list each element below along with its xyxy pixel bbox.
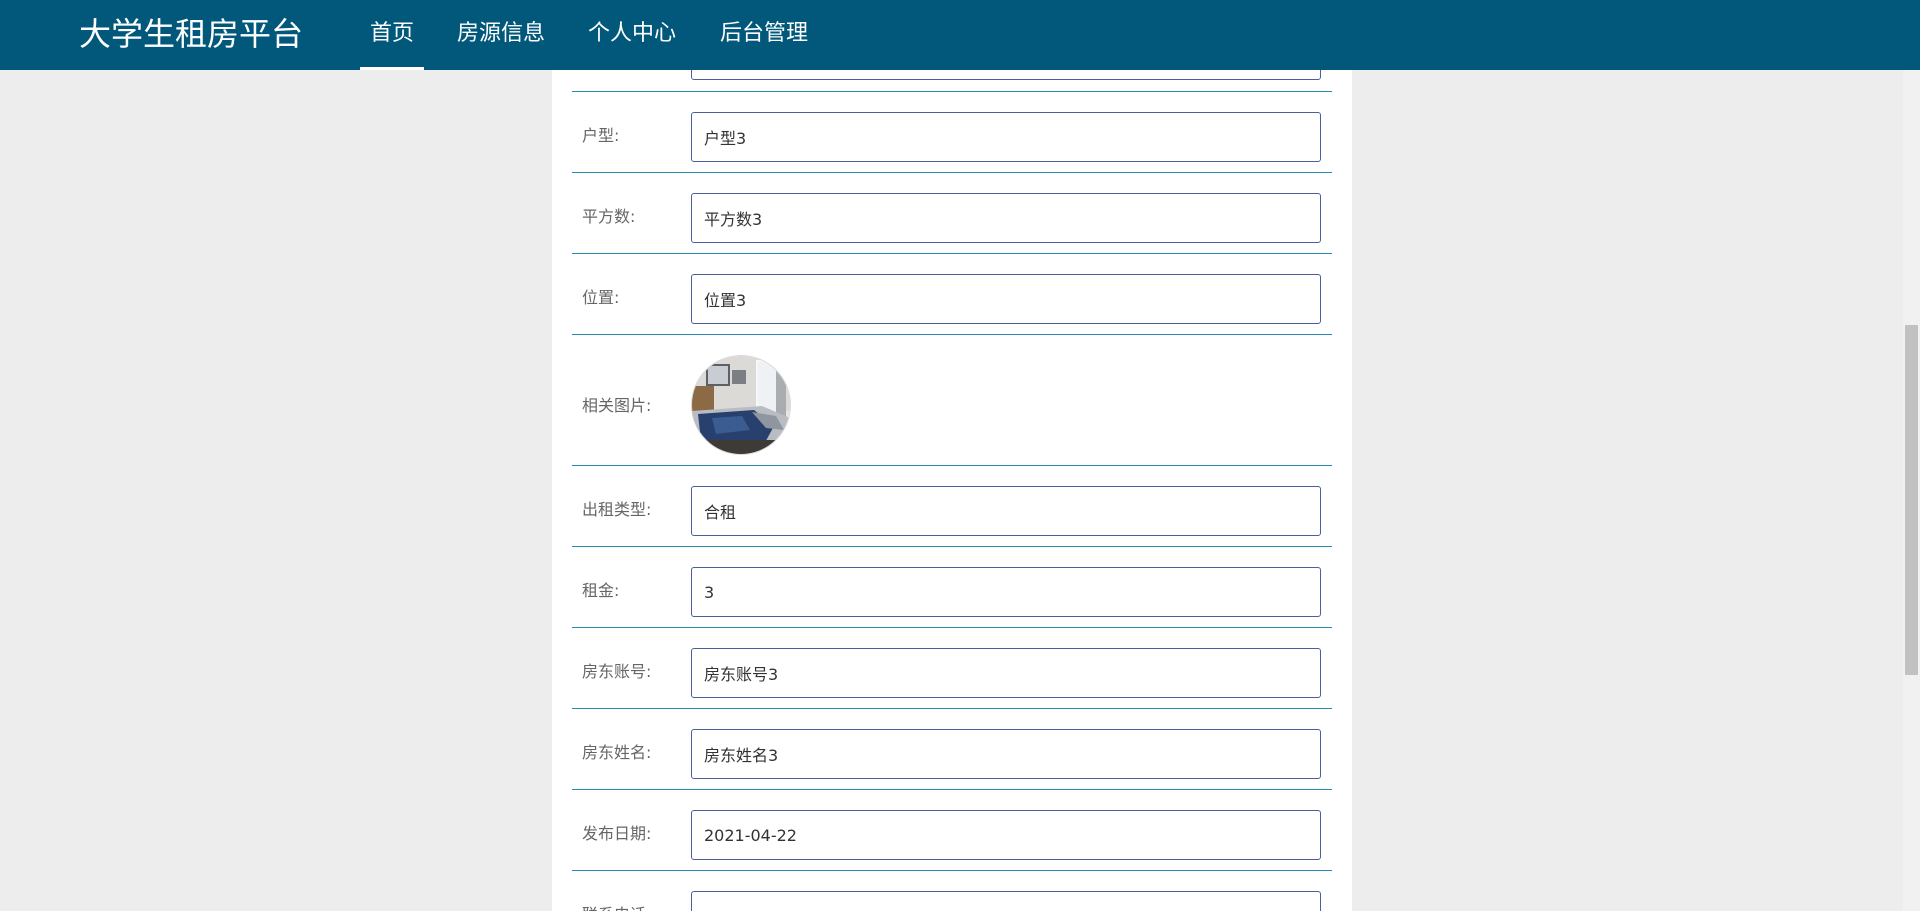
form-row-photo: 相关图片: [572, 335, 1332, 466]
rent-type-label: 出租类型: [582, 500, 652, 519]
form-row-publish-date: 发布日期: [572, 790, 1332, 871]
form-row-rent-type: 出租类型: [572, 466, 1332, 547]
rent-input[interactable] [691, 567, 1321, 617]
photo-label: 相关图片: [582, 396, 652, 415]
scrollbar-thumb[interactable] [1905, 325, 1918, 675]
landlord-account-label: 房东账号: [582, 662, 652, 681]
location-label: 位置: [582, 288, 620, 307]
nav-item-home[interactable]: 首页 [360, 0, 424, 70]
top-navbar: 大学生租房平台 首页 房源信息 个人中心 后台管理 [0, 0, 1920, 70]
contact-phone-input[interactable] [691, 891, 1321, 911]
form-row-rent: 租金: [572, 547, 1332, 628]
form-row-location: 位置: [572, 254, 1332, 335]
bedroom-photo-icon[interactable] [692, 356, 790, 454]
nav-item-personal-center[interactable]: 个人中心 [578, 0, 686, 70]
landlord-account-input[interactable] [691, 648, 1321, 698]
form-row-contact-phone: 联系电话: [572, 871, 1332, 911]
page-scrollbar[interactable] [1903, 70, 1920, 911]
nav-item-listings[interactable]: 房源信息 [447, 0, 555, 70]
huxing-label: 户型: [582, 126, 620, 145]
site-brand[interactable]: 大学生租房平台 [79, 14, 303, 54]
contact-phone-label: 联系电话: [582, 901, 651, 911]
publish-date-input[interactable] [691, 810, 1321, 860]
detail-panel: 户型: 平方数: 位置: 相关图片: [552, 70, 1352, 911]
huxing-input[interactable] [691, 112, 1321, 162]
form-row-area: 平方数: [572, 173, 1332, 254]
form-row-huxing: 户型: [572, 92, 1332, 173]
location-input[interactable] [691, 274, 1321, 324]
area-input[interactable] [691, 193, 1321, 243]
landlord-name-input[interactable] [691, 729, 1321, 779]
rent-label: 租金: [582, 581, 620, 600]
rent-type-input[interactable] [691, 486, 1321, 536]
form-row-previous [572, 70, 1332, 92]
publish-date-label: 发布日期: [582, 824, 652, 843]
landlord-name-label: 房东姓名: [582, 743, 652, 762]
previous-field[interactable] [691, 70, 1321, 80]
form-row-landlord-name: 房东姓名: [572, 709, 1332, 790]
area-label: 平方数: [582, 207, 636, 226]
form-row-landlord-account: 房东账号: [572, 628, 1332, 709]
nav-item-admin[interactable]: 后台管理 [710, 0, 818, 70]
